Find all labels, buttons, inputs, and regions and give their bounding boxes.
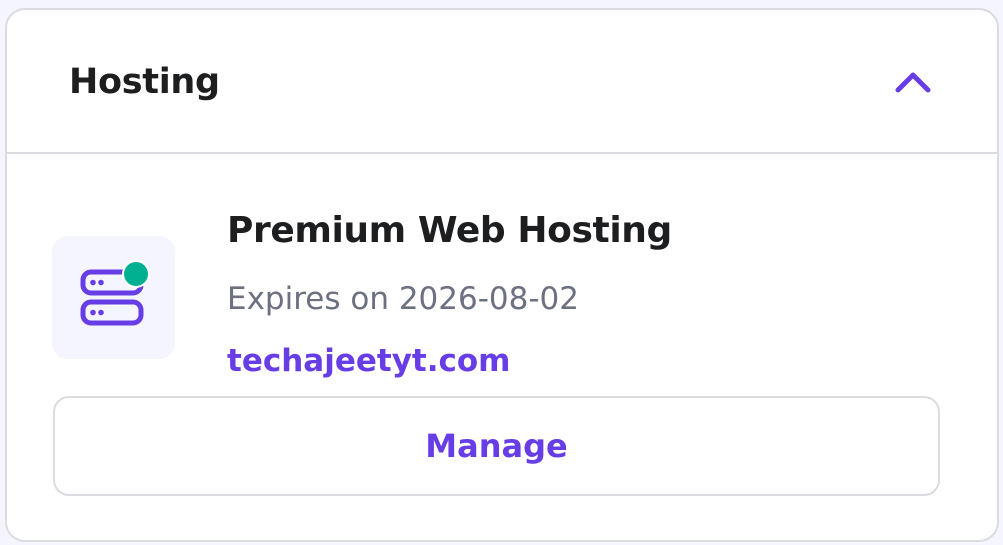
domain-link[interactable]: techajeetyt.com — [227, 341, 510, 381]
hosting-card-header[interactable]: Hosting — [7, 10, 997, 154]
hosting-icon-box — [52, 236, 175, 359]
chevron-up-icon — [895, 72, 931, 93]
status-dot — [124, 262, 148, 286]
hosting-card: Hosting Premium Web Hosting Expires on 2… — [5, 8, 999, 542]
product-name: Premium Web Hosting — [227, 210, 672, 251]
section-title: Hosting — [69, 62, 220, 102]
expiry-date: Expires on 2026-08-02 — [227, 281, 579, 317]
manage-button[interactable]: Manage — [53, 396, 940, 496]
server-status-icon — [80, 260, 150, 326]
collapse-button[interactable] — [885, 54, 941, 110]
